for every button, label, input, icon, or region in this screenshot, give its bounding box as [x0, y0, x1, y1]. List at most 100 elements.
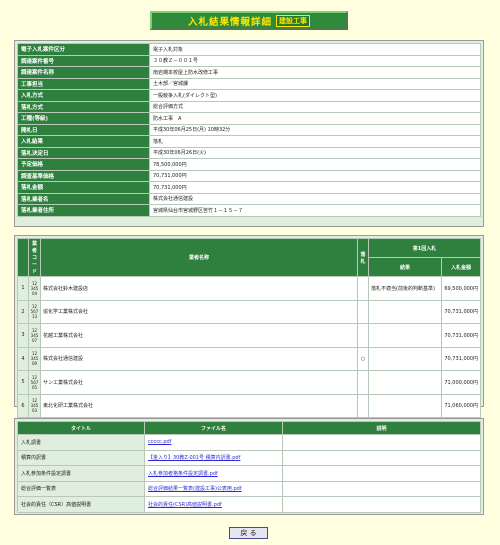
table-row: 2 12 567 13 協化学工業株式会社 70,731,000円 [17, 299, 481, 324]
bidder-name: 東北化研工業株式会社 [40, 393, 358, 418]
row-number: 4 [17, 346, 29, 371]
bidder-code: 12 345 03 [28, 393, 41, 418]
info-value: 一般競争入札(ダイレクト型) [149, 89, 481, 102]
col-header-note: 説明 [282, 421, 481, 435]
document-title: 入札参加条件設定調書 [17, 465, 145, 482]
bidder-name: 花越工業株式会社 [40, 323, 358, 348]
table-row: 6 12 345 03 東北化研工業株式会社 71,060,000円 [17, 393, 481, 418]
info-row: 落札業者住所 宮城県仙台市宮城野区苦竹１－１５－７ [17, 204, 481, 217]
bid-amount: 69,500,000円 [441, 276, 481, 301]
info-label: 調査基準価格 [17, 169, 150, 182]
document-file-link[interactable]: ccccc.pdf [148, 439, 171, 445]
info-label: 調達案件名称 [17, 66, 150, 79]
bidder-name: 協化学工業株式会社 [40, 299, 358, 324]
document-title: 総合評価一覧表 [17, 480, 145, 497]
info-label: 落札業者住所 [17, 204, 150, 217]
document-note [282, 480, 481, 497]
table-row: 4 12 345 09 株式会社通信建設 ○ 70,731,000円 [17, 346, 481, 371]
info-label: 調達案件番号 [17, 54, 150, 67]
page-title: 入札結果情報詳細 [187, 16, 272, 28]
info-value: 南岩槻本校屋上防水改修工事 [149, 66, 481, 79]
bidder-code-part: 04 [31, 290, 38, 296]
bid-amount: 70,731,000円 [441, 346, 481, 371]
bid-amount: 71,060,000円 [441, 393, 481, 418]
col-header-mark: 落札 [357, 238, 369, 277]
document-note [282, 449, 481, 466]
info-row: 調達案件名称 南岩槻本校屋上防水改修工事 [17, 66, 481, 79]
bidder-code-part: 03 [31, 408, 38, 414]
col-header-result: 結果 [368, 257, 442, 277]
info-value: 総合評価方式 [149, 100, 481, 113]
back-button[interactable]: 戻 る [229, 527, 268, 539]
bid-result [368, 370, 442, 395]
info-value: 防水工事 A [149, 112, 481, 125]
col-header-file: ファイル名 [144, 421, 283, 435]
bidder-name: 株式会社通信建設 [40, 346, 358, 371]
info-value: 宮城県仙台市宮城野区苦竹１－１５－７ [149, 204, 481, 217]
bidder-code-part: 09 [31, 361, 38, 367]
row-number: 6 [17, 393, 29, 418]
info-value: 平成30年06月26日(火) [149, 146, 481, 159]
info-row: 調査基準価格 70,731,000円 [17, 169, 481, 182]
bidder-name: サンエ業株式会社 [40, 370, 358, 395]
info-label: 工種(等級) [17, 112, 150, 125]
award-mark [357, 393, 369, 418]
document-file-cell: 入札参加者格条件設定調書.pdf [144, 465, 283, 482]
info-label: 落札業者名 [17, 192, 150, 205]
document-row: 総合評価一覧表 総合評価結果一覧表(建設工事)公表用.pdf [17, 480, 481, 497]
info-row: 入札結果 落札 [17, 135, 481, 148]
info-row: 落札業者名 株式会社通信建設 [17, 192, 481, 205]
info-value: ３０教Ｚ－００１号 [149, 54, 481, 67]
bid-amount: 71,000,000円 [441, 370, 481, 395]
document-file-link[interactable]: 入札参加者格条件設定調書.pdf [148, 471, 218, 477]
col-header-doc-title: タイトル [17, 421, 145, 435]
document-row: 積算内訳書 【金入り】30教Z-001号 積算内訳書.pdf [17, 449, 481, 466]
document-file-link[interactable]: 社会的責任(CSR)高値説明書.pdf [148, 502, 222, 508]
bidders-table: 業者コード 業者名称 落札 第1回入札 結果 入札金額 1 12 345 04 株式会社… [17, 238, 481, 418]
document-file-cell: 【金入り】30教Z-001号 積算内訳書.pdf [144, 449, 283, 466]
info-label: 入札方式 [17, 89, 150, 102]
document-row: 入札調書 ccccc.pdf [17, 434, 481, 451]
col-header-code: 業者コード [28, 238, 41, 277]
table-row: 1 12 345 04 株式会社鈴木建設店 落札不適当(前後的判断基準) 69,500,00… [17, 276, 481, 301]
bidder-code-part: 05 [31, 384, 38, 390]
table-row: 5 12 567 05 サンエ業株式会社 71,000,000円 [17, 370, 481, 395]
bidder-name: 株式会社鈴木建設店 [40, 276, 358, 301]
info-value: 電子入札対象 [149, 43, 481, 56]
award-mark [357, 276, 369, 301]
document-title: 積算内訳書 [17, 449, 145, 466]
info-value: 株式会社通信建設 [149, 192, 481, 205]
row-number: 1 [17, 276, 29, 301]
document-note [282, 496, 481, 513]
info-row: 開札日 平成30年06月25日(月) 10時32分 [17, 123, 481, 136]
info-value: 平成30年06月25日(月) 10時32分 [149, 123, 481, 136]
bidder-code: 12 567 13 [28, 299, 41, 324]
col-header-name: 業者名称 [40, 238, 358, 277]
award-mark [357, 370, 369, 395]
bid-amount: 70,731,000円 [441, 323, 481, 348]
award-mark [357, 323, 369, 348]
info-value: 70,731,000円 [149, 169, 481, 182]
bidder-code-part: 07 [31, 337, 38, 343]
info-label: 入札結果 [17, 135, 150, 148]
document-file-cell: ccccc.pdf [144, 434, 283, 451]
row-number: 5 [17, 370, 29, 395]
info-label: 落札金額 [17, 181, 150, 194]
document-file-cell: 総合評価結果一覧表(建設工事)公表用.pdf [144, 480, 283, 497]
document-file-link[interactable]: 総合評価結果一覧表(建設工事)公表用.pdf [148, 486, 242, 492]
bid-result [368, 393, 442, 418]
info-row: 工種(等級) 防水工事 A [17, 112, 481, 125]
bidder-code: 12 345 07 [28, 323, 41, 348]
bid-info-table: 電子入札案件区分 電子入札対象 調達案件番号 ３０教Ｚ－００１号 調達案件名称 南岩槻本校… [17, 43, 481, 217]
table-row: 3 12 345 07 花越工業株式会社 70,731,000円 [17, 323, 481, 348]
document-file-link[interactable]: 【金入り】30教Z-001号 積算内訳書.pdf [148, 455, 240, 461]
row-number: 3 [17, 323, 29, 348]
info-value: 70,731,000円 [149, 181, 481, 194]
row-number: 2 [17, 299, 29, 324]
bid-info-panel: 電子入札案件区分 電子入札対象 調達案件番号 ３０教Ｚ－００１号 調達案件名称 南岩槻本校… [14, 40, 484, 227]
info-value: 土木部／宮城課 [149, 77, 481, 90]
info-label: 落札決定日 [17, 146, 150, 159]
bid-amount: 70,731,000円 [441, 299, 481, 324]
info-row: 入札方式 一般競争入札(ダイレクト型) [17, 89, 481, 102]
info-row: 調達案件番号 ３０教Ｚ－００１号 [17, 54, 481, 67]
